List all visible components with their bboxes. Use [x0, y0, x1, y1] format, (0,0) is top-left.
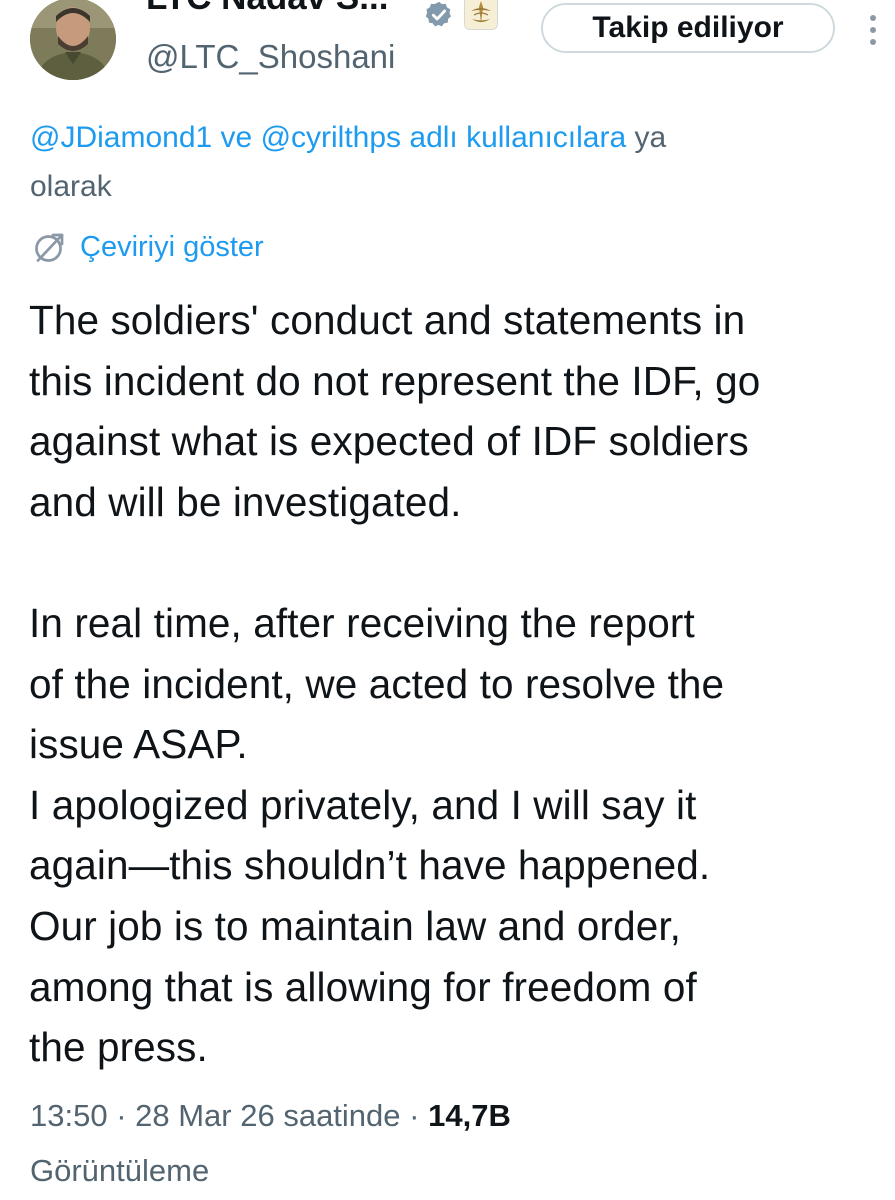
tweet-meta: 13:50 · 28 Mar 26 saatinde · 14,7B: [30, 1090, 511, 1142]
views-label[interactable]: Görüntüleme: [30, 1145, 209, 1197]
idf-emblem-icon[interactable]: [464, 0, 498, 30]
verified-badge-icon[interactable]: [424, 0, 454, 30]
tweet-line: again—this shouldn’t have happened.: [29, 842, 711, 889]
reply-context-tail: ya: [626, 121, 667, 154]
reply-context-joiner: ve: [212, 121, 261, 154]
vertical-ellipsis-icon[interactable]: [866, 10, 880, 50]
avatar[interactable]: [30, 0, 116, 80]
profile-photo-soldier: [30, 0, 116, 80]
tweet-line: Our job is to maintain law and order,: [29, 902, 682, 949]
reply-context: @JDiamond1 ve @cyrilthps adlı kullanıcıl…: [30, 110, 895, 165]
reply-context-line2: olarak: [30, 170, 112, 203]
tweet-line: In real time, after receiving the report: [29, 599, 695, 646]
views-count[interactable]: 14,7B: [428, 1098, 511, 1133]
tweet-date[interactable]: 28 Mar 26 saatinde: [135, 1098, 400, 1133]
tweet-line: and will be investigated.: [29, 478, 462, 525]
meta-separator: ·: [107, 1098, 136, 1133]
user-handle[interactable]: @LTC_Shoshani: [146, 38, 395, 76]
tweet-line: the press.: [29, 1024, 208, 1071]
tweet-text: The soldiers' conduct and statements in …: [29, 290, 889, 1078]
tweet-line: of the incident, we acted to resolve the: [29, 660, 725, 707]
display-name[interactable]: LTC Nadav S...: [146, 0, 388, 18]
mention-link-cyrilthps[interactable]: @cyrilthps: [261, 121, 401, 154]
meta-separator: ·: [400, 1098, 429, 1133]
tweet-line: The soldiers' conduct and statements in: [29, 297, 746, 343]
show-translation-button[interactable]: Çeviriyi göster: [32, 222, 264, 272]
show-translation-label[interactable]: Çeviriyi göster: [80, 231, 264, 264]
tweet-line: among that is allowing for freedom of: [29, 963, 697, 1010]
reply-context-suffix: adlı kullanıcılara: [401, 121, 627, 154]
tweet-line: against what is expected of IDF soldiers: [29, 418, 749, 465]
tweet-time[interactable]: 13:50: [30, 1098, 108, 1133]
mention-link-jdiamond1[interactable]: @JDiamond1: [30, 121, 212, 154]
tweet-line: issue ASAP.: [29, 721, 248, 768]
tweet-line: this incident do not represent the IDF, …: [29, 357, 761, 404]
globe-translate-icon: [35, 233, 64, 262]
following-button[interactable]: Takip ediliyor: [541, 3, 835, 53]
tweet-line: I apologized privately, and I will say i…: [29, 781, 697, 828]
